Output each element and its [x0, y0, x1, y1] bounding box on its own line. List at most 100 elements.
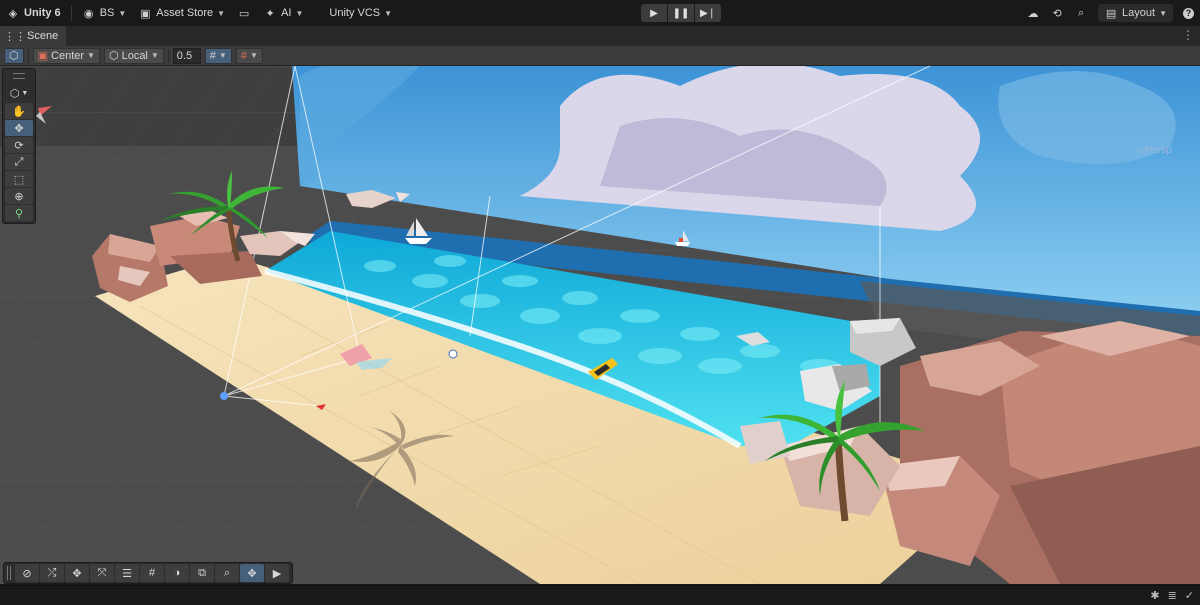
camera-icon: ▶ [272, 567, 282, 580]
search-icon: ⌕ [1077, 6, 1085, 19]
history-button[interactable]: ⟲ [1050, 6, 1064, 20]
chevron-down-icon: ▼ [249, 51, 258, 60]
search-button[interactable]: ⌕ [215, 564, 239, 582]
unity-menu-button[interactable]: ◈ Unity 6 [0, 3, 67, 23]
chevron-down-icon: ▼ [384, 8, 393, 18]
pan-icon: ✥ [247, 567, 257, 580]
layers-button[interactable]: ⧉ [190, 564, 214, 582]
account-label: BS [99, 7, 115, 19]
cloud-button[interactable]: ☁ [1026, 6, 1040, 20]
rotate-tool-button[interactable]: ⟳ [5, 137, 33, 153]
pause-button[interactable]: ❚❚ [668, 4, 694, 22]
bottom-overlay-toolbar: ⊘ ⤮ ✥ ⤧ ☰ # ◑ ⧉ ⌕ ✥ ▶ [3, 562, 293, 584]
shuffle-button[interactable]: ⤮ [40, 564, 64, 582]
grid-snap-icon: # [209, 49, 216, 62]
tab-scene-label: Scene [27, 30, 59, 42]
account-icon: ◉ [83, 7, 94, 20]
custom-tool-icon: ⚲ [14, 207, 24, 220]
search-button[interactable]: ⌕ [1074, 6, 1088, 20]
rotate-icon: ⟳ [14, 139, 24, 152]
chevron-down-icon: ▼ [21, 89, 29, 97]
scene-tab-bar: ⋮⋮ Scene ⋮ [0, 26, 1200, 46]
step-icon: ▶❘ [699, 7, 717, 19]
pivot-rotation-label: Local [121, 49, 148, 62]
shopping-bag-icon: ▣ [140, 7, 151, 20]
move-handles-button[interactable]: ✥ [65, 564, 89, 582]
scene-viewport[interactable] [0, 66, 1200, 584]
more-options-icon[interactable]: ⋮ [1182, 28, 1194, 42]
cube-icon: ⬡ [9, 87, 20, 100]
move-tool-button[interactable]: ✥ [5, 120, 33, 136]
pivot-mode-dropdown[interactable]: ▣ Center ▼ [32, 47, 100, 64]
chevron-down-icon: ▼ [118, 8, 127, 18]
version-control-button[interactable]: Unity VCS ▼ [323, 3, 398, 23]
unity-editor-window: ◈ Unity 6 ◉ BS ▼ ▣ Asset Store ▼ ▭ ✦ AI … [0, 0, 1200, 605]
asset-store-button[interactable]: ▣ Asset Store ▼ [132, 3, 231, 23]
cube-icon: ⬡ [9, 50, 19, 62]
play-button[interactable]: ▶ [641, 4, 667, 22]
check-icon[interactable]: ✓ [1185, 589, 1194, 602]
package-icon: ▭ [238, 7, 250, 20]
move-icon: ✥ [14, 122, 24, 135]
pivot-icon: ▣ [37, 50, 49, 62]
grid-icon: ⋮⋮ [4, 30, 26, 43]
account-button[interactable]: ◉ BS ▼ [76, 3, 133, 23]
pan-button[interactable]: ✥ [240, 564, 264, 582]
help-icon: ? [1183, 7, 1194, 19]
step-button[interactable]: ▶❘ [695, 4, 721, 22]
overlay-grip[interactable] [7, 566, 11, 580]
perspective-toggle[interactable]: ◁Persp [1138, 145, 1172, 156]
scene-render [0, 66, 1200, 584]
search-icon: ⌕ [223, 566, 231, 579]
align-button[interactable]: ☰ [115, 564, 139, 582]
shuffle-icon: ⤮ [47, 566, 57, 579]
camera-button[interactable]: ▶ [265, 564, 289, 582]
chevron-down-icon: ▼ [295, 8, 304, 18]
status-bar: ✱ ≣ ✓ [0, 585, 1200, 605]
rotate-scale-button[interactable]: ⤧ [90, 564, 114, 582]
camera-gizmo [220, 392, 228, 400]
ai-button[interactable]: ✦ AI ▼ [257, 3, 309, 23]
rect-tool-button[interactable]: ⬚ [5, 171, 33, 187]
hand-tool-button[interactable]: ✋ [5, 103, 33, 119]
object-mode-button[interactable]: ⬡ [4, 47, 24, 64]
custom-tool-button[interactable]: ⚲ [5, 205, 33, 221]
local-space-icon: ⬡ [108, 50, 119, 62]
grid-snap-dropdown[interactable]: # ▼ [204, 47, 232, 64]
snap-increment-field[interactable]: 0.5 [172, 47, 201, 64]
scale-tool-button[interactable]: ⤢ [5, 154, 33, 170]
pause-icon: ❚❚ [672, 7, 690, 19]
layers-icon: ⧉ [198, 566, 206, 579]
scene-toolbar: ⬡ ▣ Center ▼ ⬡ Local ▼ 0.5 # ▼ # ▼ [0, 46, 1200, 66]
wireframe-button[interactable]: ⊘ [15, 564, 39, 582]
move-icon: ✥ [72, 567, 82, 580]
transform-icon: ⊕ [14, 190, 24, 203]
pivot-rotation-dropdown[interactable]: ⬡ Local ▼ [103, 47, 164, 64]
unity-logo-icon: ◈ [8, 7, 18, 20]
toolbar-separator [167, 48, 169, 63]
transform-tool-button[interactable]: ⊕ [5, 188, 33, 204]
bug-icon[interactable]: ✱ [1150, 589, 1159, 602]
package-manager-button[interactable]: ▭ [231, 3, 257, 23]
toolbar-separator [27, 48, 29, 63]
asset-store-label: Asset Store [156, 7, 214, 19]
compass-icon: ⊘ [22, 567, 32, 580]
view-options-button[interactable]: ⬡ ▼ [5, 84, 33, 102]
ai-label: AI [281, 7, 292, 19]
rect-icon: ⬚ [13, 173, 25, 186]
toolbar-right-group: ☁ ⟲ ⌕ ▤ Layout ▼ ? [1026, 3, 1194, 23]
grid-snap-button[interactable]: # [140, 564, 164, 582]
shading-button[interactable]: ◑ [165, 564, 189, 582]
cloud-icon: ☁ [1027, 7, 1039, 20]
overlay-grip[interactable] [13, 73, 25, 79]
help-button[interactable]: ? [1183, 7, 1194, 19]
tab-scene[interactable]: ⋮⋮ Scene [0, 26, 67, 46]
layout-dropdown[interactable]: ▤ Layout ▼ [1098, 4, 1173, 22]
stack-icon[interactable]: ≣ [1168, 589, 1177, 602]
hand-icon: ✋ [12, 105, 26, 118]
grid-visibility-dropdown[interactable]: # ▼ [235, 47, 263, 64]
scale-icon: ⤢ [14, 155, 24, 168]
chevron-down-icon: ▼ [217, 8, 226, 18]
chevron-down-icon: ▼ [1159, 8, 1167, 18]
layout-label: Layout [1122, 7, 1156, 19]
